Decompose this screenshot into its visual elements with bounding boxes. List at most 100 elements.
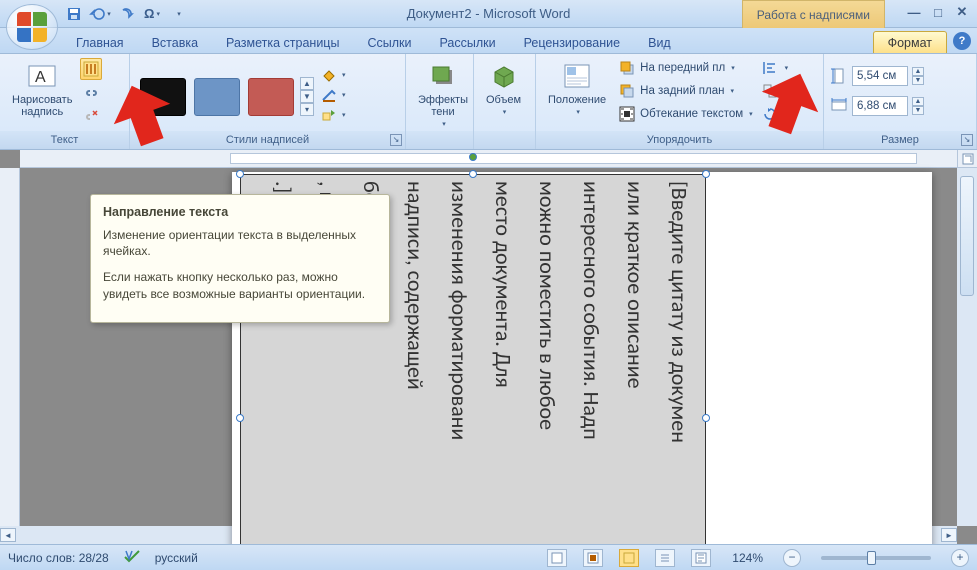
handle-top-right[interactable] <box>702 170 710 178</box>
word-count[interactable]: Число слов: 28/28 <box>8 551 109 565</box>
maximize-button[interactable]: □ <box>929 4 947 20</box>
tab-insert[interactable]: Вставка <box>138 32 212 53</box>
scrollbar-v-thumb[interactable] <box>960 176 974 296</box>
width-input[interactable]: 6,88 см <box>852 96 908 116</box>
group-text: A Нарисовать надпись Текст <box>0 54 130 149</box>
3d-effects-button[interactable]: Объем▾ <box>480 58 527 118</box>
contextual-tab-title: Работа с надписями <box>742 0 885 28</box>
close-button[interactable]: ✕ <box>953 4 971 20</box>
wrap-icon <box>618 105 636 123</box>
annotation-arrow-2 <box>760 72 820 142</box>
zoom-slider[interactable] <box>821 556 931 560</box>
group-text-label: Текст <box>0 131 129 149</box>
tab-view[interactable]: Вид <box>634 32 685 53</box>
textbox-column: или краткое описание <box>619 181 649 544</box>
position-button[interactable]: Положение▾ <box>542 58 612 118</box>
help-button[interactable]: ? <box>953 32 971 50</box>
view-web-layout[interactable] <box>619 549 639 567</box>
save-button[interactable] <box>62 3 86 25</box>
rotate-handle[interactable] <box>469 153 477 161</box>
handle-mid-left[interactable] <box>236 414 244 422</box>
shadow-effects-button[interactable]: Эффекты тени▾ <box>412 58 474 130</box>
minimize-button[interactable]: — <box>905 4 923 20</box>
tab-home[interactable]: Главная <box>62 32 138 53</box>
zoom-in[interactable]: + <box>951 549 969 567</box>
tooltip-line2: Если нажать кнопку несколько раз, можно … <box>103 269 377 301</box>
view-outline[interactable] <box>655 549 675 567</box>
title-bar: ▾ Ω▾ ▾ Документ2 - Microsoft Word Работа… <box>0 0 977 28</box>
symbol-button[interactable]: Ω▾ <box>140 3 164 25</box>
position-icon <box>561 60 593 92</box>
change-shape-icon[interactable] <box>320 106 338 124</box>
group-shadow: Эффекты тени▾ <box>406 54 474 149</box>
width-down[interactable]: ▼ <box>912 106 924 115</box>
zoom-knob[interactable] <box>867 551 876 565</box>
text-direction-button[interactable] <box>80 58 102 80</box>
tooltip-title: Направление текста <box>103 205 377 219</box>
height-up[interactable]: ▲ <box>912 67 924 76</box>
handle-mid-right[interactable] <box>702 414 710 422</box>
height-down[interactable]: ▼ <box>912 76 924 85</box>
style-swatch-blue[interactable] <box>194 78 240 116</box>
gallery-scroll: ▲ ▼ ▾ <box>300 77 314 116</box>
ruler-vertical[interactable] <box>0 168 20 526</box>
textbox-column: можно поместить в любое <box>531 181 561 544</box>
tab-format[interactable]: Формат <box>873 31 947 53</box>
spell-check-icon[interactable] <box>123 548 141 567</box>
tooltip-line1: Изменение ориентации текста в выделенных… <box>103 227 377 259</box>
office-button[interactable] <box>6 4 58 50</box>
text-wrapping-button[interactable]: Обтекание текстом▾ <box>618 104 753 124</box>
shape-fill-icon[interactable] <box>320 66 338 84</box>
tab-page-layout[interactable]: Разметка страницы <box>212 32 353 53</box>
draw-textbox-label: Нарисовать надпись <box>12 94 72 118</box>
handle-top-left[interactable] <box>236 170 244 178</box>
scroll-left[interactable]: ◄ <box>0 528 16 542</box>
size-launcher[interactable]: ↘ <box>961 134 973 146</box>
height-input[interactable]: 5,54 см <box>852 66 908 86</box>
textbox-column: место документа. Для <box>487 181 517 544</box>
zoom-level[interactable]: 124% <box>732 551 763 565</box>
styles-launcher[interactable]: ↘ <box>390 134 402 146</box>
group-3d: Объем▾ <box>474 54 536 149</box>
scroll-right[interactable]: ► <box>941 528 957 542</box>
tab-references[interactable]: Ссылки <box>353 32 425 53</box>
bring-to-front-button[interactable]: На передний пл▾ <box>618 58 753 78</box>
undo-button[interactable]: ▾ <box>88 3 112 25</box>
ribbon-tabs: Главная Вставка Разметка страницы Ссылки… <box>0 28 977 54</box>
view-draft[interactable] <box>691 549 711 567</box>
shape-outline-icon[interactable] <box>320 86 338 104</box>
draw-textbox-button[interactable]: A Нарисовать надпись <box>6 58 78 120</box>
view-print-layout[interactable] <box>547 549 567 567</box>
window-controls: — □ ✕ <box>905 4 971 20</box>
bring-front-icon <box>618 59 636 77</box>
textbox-column: изменения форматировани <box>443 181 473 544</box>
view-full-screen[interactable] <box>583 549 603 567</box>
scrollbar-vertical[interactable] <box>957 168 977 526</box>
quick-access-toolbar: ▾ Ω▾ ▾ <box>62 0 190 27</box>
style-swatch-red[interactable] <box>248 78 294 116</box>
omega-icon: Ω <box>144 6 154 21</box>
language[interactable]: русский <box>155 551 198 565</box>
qat-customize[interactable]: ▾ <box>166 3 190 25</box>
svg-text:A: A <box>35 69 46 86</box>
tab-mailings[interactable]: Рассылки <box>425 32 509 53</box>
create-link-button[interactable] <box>80 82 102 104</box>
gallery-more[interactable]: ▾ <box>300 103 314 116</box>
break-link-button[interactable] <box>80 106 102 128</box>
status-bar: Число слов: 28/28 русский 124% − + <box>0 544 977 570</box>
zoom-out[interactable]: − <box>783 549 801 567</box>
redo-button[interactable] <box>114 3 138 25</box>
annotation-arrow-1 <box>112 84 172 154</box>
width-up[interactable]: ▲ <box>912 97 924 106</box>
handle-top-mid[interactable] <box>469 170 477 178</box>
shadow-icon <box>427 60 459 92</box>
ruler-toggle[interactable] <box>957 150 977 168</box>
width-icon <box>830 97 848 115</box>
send-to-back-button[interactable]: На задний план▾ <box>618 81 753 101</box>
textbox-column: интересного события. Надп <box>575 181 605 544</box>
tab-review[interactable]: Рецензирование <box>510 32 635 53</box>
gallery-up[interactable]: ▲ <box>300 77 314 90</box>
gallery-down[interactable]: ▼ <box>300 90 314 103</box>
group-size-label: Размер↘ <box>824 131 976 149</box>
textbox-icon: A <box>26 60 58 92</box>
